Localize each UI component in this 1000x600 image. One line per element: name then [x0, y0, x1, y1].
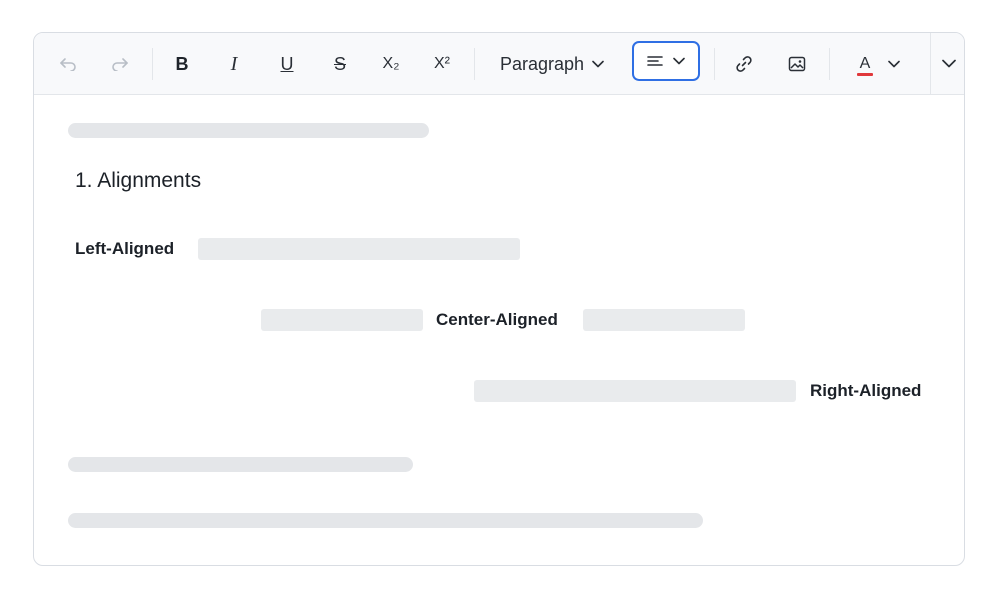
rich-text-editor: B I U S X₂ X² Paragraph A 1. Alignments … [33, 32, 965, 566]
image-icon [788, 56, 806, 72]
link-icon [736, 56, 752, 72]
italic-icon: I [230, 52, 238, 75]
redo-button[interactable] [106, 49, 134, 79]
bold-icon: B [175, 53, 189, 74]
editor-toolbar: B I U S X₂ X² Paragraph A [34, 33, 964, 95]
text-color-icon: A [856, 55, 874, 76]
text-placeholder-block [261, 309, 423, 331]
superscript-button[interactable]: X² [428, 49, 456, 79]
text-placeholder-block [474, 380, 796, 402]
superscript-icon: X² [434, 55, 450, 72]
italic-button[interactable]: I [220, 49, 248, 79]
chevron-down-icon [673, 57, 685, 65]
toolbar-separator [714, 48, 715, 80]
text-color-select[interactable]: A [844, 49, 912, 79]
text-color-swatch [857, 73, 873, 76]
subscript-icon: X₂ [382, 55, 400, 72]
block-format-value: Paragraph [499, 53, 585, 74]
insert-image-button[interactable] [783, 49, 811, 79]
undo-icon [60, 58, 76, 71]
link-button[interactable] [730, 49, 758, 79]
right-aligned-label: Right-Aligned [810, 381, 922, 400]
text-placeholder-block [583, 309, 745, 331]
text-placeholder-line [68, 513, 703, 528]
editor-content[interactable]: 1. Alignments Left-Aligned Center-Aligne… [34, 95, 964, 565]
underline-icon: U [280, 53, 294, 74]
text-placeholder-block [198, 238, 520, 260]
block-format-select[interactable]: Paragraph [492, 49, 612, 79]
undo-button[interactable] [54, 49, 82, 79]
strikethrough-icon: S [333, 53, 346, 74]
text-placeholder-line [68, 457, 413, 472]
more-options-button[interactable] [930, 33, 964, 94]
toolbar-separator [152, 48, 153, 80]
center-aligned-label: Center-Aligned [436, 310, 558, 329]
document-heading: 1. Alignments [75, 169, 202, 192]
alignment-select[interactable] [632, 41, 700, 81]
underline-button[interactable]: U [273, 49, 301, 79]
text-placeholder-line [68, 123, 429, 138]
align-left-icon [647, 56, 663, 66]
subscript-button[interactable]: X₂ [377, 49, 405, 79]
toolbar-separator [829, 48, 830, 80]
chevron-down-icon [592, 60, 604, 68]
toolbar-separator [474, 48, 475, 80]
bold-button[interactable]: B [168, 49, 196, 79]
left-aligned-label: Left-Aligned [75, 239, 175, 258]
redo-icon [112, 58, 128, 71]
text-color-letter: A [859, 55, 871, 72]
strikethrough-button[interactable]: S [326, 49, 354, 79]
chevron-down-icon [942, 59, 956, 68]
chevron-down-icon [888, 60, 900, 68]
